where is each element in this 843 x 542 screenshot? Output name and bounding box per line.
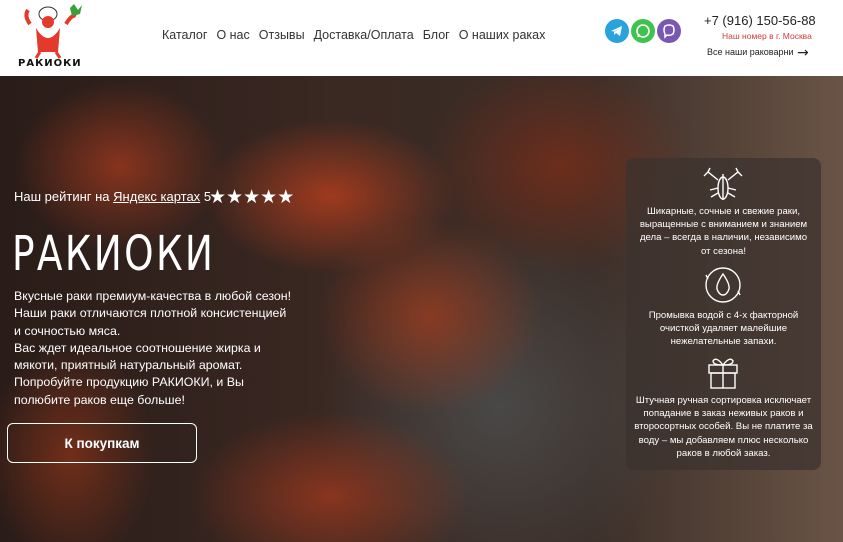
viber-icon[interactable] <box>657 19 681 43</box>
hero-title: РАКИОКИ <box>12 226 216 282</box>
feature-line: раков в любой заказ. <box>676 447 771 459</box>
all-shops-link[interactable]: Все наши раковарни <box>707 47 793 57</box>
rating-stars: ★★★★★ <box>209 186 294 208</box>
feature-line: второсортных особей. Вы не платите за <box>634 421 813 433</box>
description-line: полюбите раков еще больше! <box>14 392 185 407</box>
feature-text: Штучная ручная сортировка исключает попа… <box>626 394 821 460</box>
feature-line: очисткой удаляет малейшие <box>659 323 788 335</box>
nav-item-reviews[interactable]: Отзывы <box>259 28 305 42</box>
nav-item-delivery[interactable]: Доставка/Оплата <box>314 28 414 42</box>
phone-note: Наш номер в г. Москва <box>722 31 812 41</box>
hero-section: Наш рейтинг на Яндекс картах 5 ★★★★★ РАК… <box>0 76 843 542</box>
features-panel: Шикарные, сочные и свежие раки, выращенн… <box>626 158 821 470</box>
nav-item-blog[interactable]: Блог <box>423 28 450 42</box>
gift-icon <box>708 358 738 389</box>
star-icon: ★ <box>277 186 295 208</box>
hero-description: Вкусные раки премиум-качества в любой се… <box>14 288 314 409</box>
description-line: и сочностью мяса. <box>14 323 121 338</box>
star-icon: ★ <box>226 186 244 208</box>
feature-line: дела – всегда в наличии, независимо <box>639 232 808 244</box>
nav-item-crayfish[interactable]: О наших раках <box>459 28 546 42</box>
main-nav: Каталог О нас Отзывы Доставка/Оплата Бло… <box>162 28 554 42</box>
arrow-right-icon[interactable]: → <box>797 45 809 61</box>
rating-prefix: Наш рейтинг на <box>14 189 110 204</box>
nav-item-about[interactable]: О нас <box>216 28 249 42</box>
feature-text: Промывка водой с 4-х факторной очисткой … <box>626 309 821 349</box>
site-header: РАКИОКИ Каталог О нас Отзывы Доставка/Оп… <box>0 0 843 76</box>
telegram-icon[interactable] <box>605 19 629 43</box>
water-drop-icon <box>705 267 741 303</box>
description-line: Наши раки отличаются плотной консистенци… <box>14 306 287 321</box>
nav-item-catalog[interactable]: Каталог <box>162 28 207 42</box>
yandex-maps-link[interactable]: Яндекс картах <box>113 189 200 204</box>
description-line: Попробуйте продукцию РАКИОКИ, и Вы <box>14 375 244 390</box>
feature-line: от сезона! <box>700 245 747 257</box>
description-line: Вкусные раки премиум-качества в любой се… <box>14 289 292 303</box>
star-icon: ★ <box>209 186 227 208</box>
star-icon: ★ <box>260 186 278 208</box>
description-line: Вас ждет идеальное соотношение жирка и <box>14 340 261 355</box>
shop-button[interactable]: К покупкам <box>7 423 197 463</box>
feature-text: Шикарные, сочные и свежие раки, выращенн… <box>626 205 821 258</box>
feature-line: Штучная ручная сортировка исключает <box>635 395 812 406</box>
feature-line: воду – мы добавляем плюс несколько <box>638 434 809 446</box>
rating-text: Наш рейтинг на Яндекс картах 5 <box>14 189 211 204</box>
logo-text: РАКИОКИ <box>18 58 82 69</box>
feature-line: Шикарные, сочные и свежие раки, <box>646 206 801 217</box>
feature-line: выращенные с вниманием и знанием <box>639 219 808 231</box>
feature-line: Промывка водой с 4-х факторной <box>648 310 799 321</box>
star-icon: ★ <box>243 186 261 208</box>
feature-line: попадание в заказ неживых раков и <box>643 408 804 420</box>
description-line: мякоти, приятный натуральный аромат. <box>14 358 243 373</box>
phone-number[interactable]: +7 (916) 150-56-88 <box>704 13 816 28</box>
crayfish-icon <box>703 167 743 200</box>
feature-line: нежелательные запахи. <box>670 336 777 348</box>
whatsapp-icon[interactable] <box>631 19 655 43</box>
